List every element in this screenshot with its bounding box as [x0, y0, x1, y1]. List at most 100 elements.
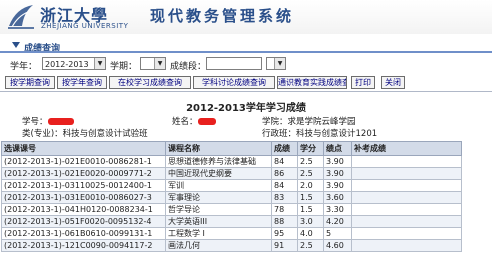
makeup-score-cell [351, 203, 462, 216]
credits-cell: 4.0 [297, 227, 324, 240]
course-name-cell: 军训 [165, 179, 272, 192]
score-cell: 95 [271, 227, 298, 240]
score-cell: 84 [271, 179, 298, 192]
column-header-credits[interactable]: 学分 [297, 141, 324, 156]
school-name-en: ZHEJIANG UNIVERSITY [41, 22, 129, 30]
course-code-cell: (2012-2013-1)-03110025-0012400-1 [1, 179, 166, 192]
credits-cell: 1.5 [297, 203, 324, 216]
makeup-score-cell [351, 179, 462, 192]
makeup-score-cell [351, 215, 462, 228]
chevron-down-icon[interactable]: ▼ [94, 58, 105, 69]
grades-table: 选课课号 课程名称 成绩 学分 绩点 补考成绩 (2012-2013-1)-02… [1, 141, 462, 252]
gpa-cell: 4.20 [323, 215, 352, 228]
student-id-label: 学号： [22, 117, 48, 127]
score-cell: 86 [271, 167, 298, 180]
segment-select[interactable]: ▼ [266, 57, 286, 70]
gpa-cell: 3.90 [323, 167, 352, 180]
year-select[interactable]: 2012-2013 ▼ [42, 57, 106, 70]
course-name-cell: 画法几何 [165, 239, 272, 252]
university-logo-icon [8, 5, 34, 29]
class-info: 行政班：科技与创意设计1201 [262, 129, 378, 139]
makeup-score-cell [351, 191, 462, 204]
table-row: (2012-2013-1)-03110025-0012400-1 军训 84 2.0 3… [1, 179, 462, 192]
year-select-value: 2012-2013 [45, 60, 89, 69]
year-label: 学年： [10, 62, 38, 72]
header-banner: 浙江大學 ZHEJIANG UNIVERSITY 现代教务管理系统 [0, 0, 492, 34]
college-info: 学院：求是学院云峰学园 [262, 117, 356, 127]
course-name-cell: 军事理论 [165, 191, 272, 204]
makeup-score-cell [351, 155, 462, 168]
gpa-cell: 3.90 [323, 155, 352, 168]
table-row: (2012-2013-1)-051F0020-0095132-4 大学英语III 8… [1, 215, 462, 228]
table-row: (2012-2013-1)-061B0610-0099131-1 工程数学 I 95… [1, 227, 462, 240]
column-header-gpa[interactable]: 绩点 [323, 141, 352, 156]
term-label: 学期： [110, 62, 138, 72]
section-divider [0, 51, 492, 53]
table-row: (2012-2013-1)-021E0020-0009771-2 中国近现代史纲要… [1, 167, 462, 180]
student-id-row: 学号： [22, 115, 74, 127]
gpa-cell: 3.30 [323, 203, 352, 216]
chevron-down-icon[interactable]: ▼ [274, 58, 285, 69]
close-button[interactable]: 关闭 [381, 76, 405, 89]
course-code-cell: (2012-2013-1)-031E0010-0086027-3 [1, 191, 166, 204]
query-general-edu-button[interactable]: 通识教育实践成绩查询 [277, 76, 347, 89]
query-bar: 学年： 2012-2013 ▼ 学期： ▼ 成绩段： ▼ [0, 56, 492, 74]
table-header-row: 选课课号 课程名称 成绩 学分 绩点 补考成绩 [1, 141, 462, 156]
column-header-course-code[interactable]: 选课课号 [1, 141, 166, 156]
query-discussion-grades-button[interactable]: 学科讨论成绩查询 [193, 76, 275, 89]
table-row: (2012-2013-1)-041H0120-0088234-1 哲学导论 78 1.… [1, 203, 462, 216]
course-name-cell: 中国近现代史纲要 [165, 167, 272, 180]
student-name-row: 姓名： [172, 115, 216, 127]
credits-cell: 2.5 [297, 239, 324, 252]
course-code-cell: (2012-2013-1)-061B0610-0099131-1 [1, 227, 166, 240]
table-row: (2012-2013-1)-031E0010-0086027-3 军事理论 83 1.… [1, 191, 462, 204]
segment-label: 成绩段： [170, 62, 207, 72]
course-code-cell: (2012-2013-1)-041H0120-0088234-1 [1, 203, 166, 216]
score-cell: 91 [271, 239, 298, 252]
score-cell: 84 [271, 155, 298, 168]
makeup-score-cell [351, 239, 462, 252]
table-row: (2012-2013-1)-121C0090-0094117-2 画法几何 91 2.… [1, 239, 462, 252]
query-all-grades-button[interactable]: 在校学习成绩查询 [109, 76, 191, 89]
chevron-down-icon[interactable]: ▼ [154, 58, 165, 69]
table-row: (2012-2013-1)-021E0010-0086281-1 思想道德修养与法… [1, 155, 462, 168]
score-cell: 83 [271, 191, 298, 204]
credits-cell: 2.0 [297, 179, 324, 192]
report-title: 2012-2013学年学习成绩 [186, 103, 306, 114]
query-by-term-button[interactable]: 按学期查询 [5, 76, 55, 89]
gpa-cell: 5 [323, 227, 352, 240]
major-info: 类(专业)：科技与创意设计试验班 [22, 129, 148, 139]
query-by-year-button[interactable]: 按学年查询 [57, 76, 107, 89]
score-cell: 88 [271, 215, 298, 228]
gpa-cell: 3.60 [323, 191, 352, 204]
section-arrow-icon [12, 42, 20, 48]
course-code-cell: (2012-2013-1)-051F0020-0095132-4 [1, 215, 166, 228]
column-header-course-name[interactable]: 课程名称 [165, 141, 272, 156]
course-name-cell: 大学英语III [165, 215, 272, 228]
makeup-score-cell [351, 167, 462, 180]
course-code-cell: (2012-2013-1)-121C0090-0094117-2 [1, 239, 166, 252]
course-name-cell: 哲学导论 [165, 203, 272, 216]
credits-cell: 1.5 [297, 191, 324, 204]
term-select[interactable]: ▼ [140, 57, 166, 70]
system-title: 现代教务管理系统 [150, 7, 295, 25]
column-header-makeup-score[interactable]: 补考成绩 [351, 141, 462, 156]
print-button[interactable]: 打印 [351, 76, 375, 89]
gpa-cell: 4.60 [323, 239, 352, 252]
makeup-score-cell [351, 227, 462, 240]
gpa-cell: 3.90 [323, 179, 352, 192]
segment-input[interactable] [206, 57, 262, 70]
toolbar-divider [0, 91, 492, 92]
column-header-score[interactable]: 成绩 [271, 141, 298, 156]
credits-cell: 2.5 [297, 167, 324, 180]
course-code-cell: (2012-2013-1)-021E0010-0086281-1 [1, 155, 166, 168]
course-name-cell: 工程数学 I [165, 227, 272, 240]
action-button-row: 按学期查询 按学年查询 在校学习成绩查询 学科讨论成绩查询 通识教育实践成绩查询… [0, 76, 492, 90]
credits-cell: 3.0 [297, 215, 324, 228]
course-code-cell: (2012-2013-1)-021E0020-0009771-2 [1, 167, 166, 180]
score-cell: 78 [271, 203, 298, 216]
redaction-mark [47, 118, 74, 125]
student-name-label: 姓名： [172, 117, 198, 127]
redaction-mark [197, 118, 216, 125]
course-name-cell: 思想道德修养与法律基础 [165, 155, 272, 168]
